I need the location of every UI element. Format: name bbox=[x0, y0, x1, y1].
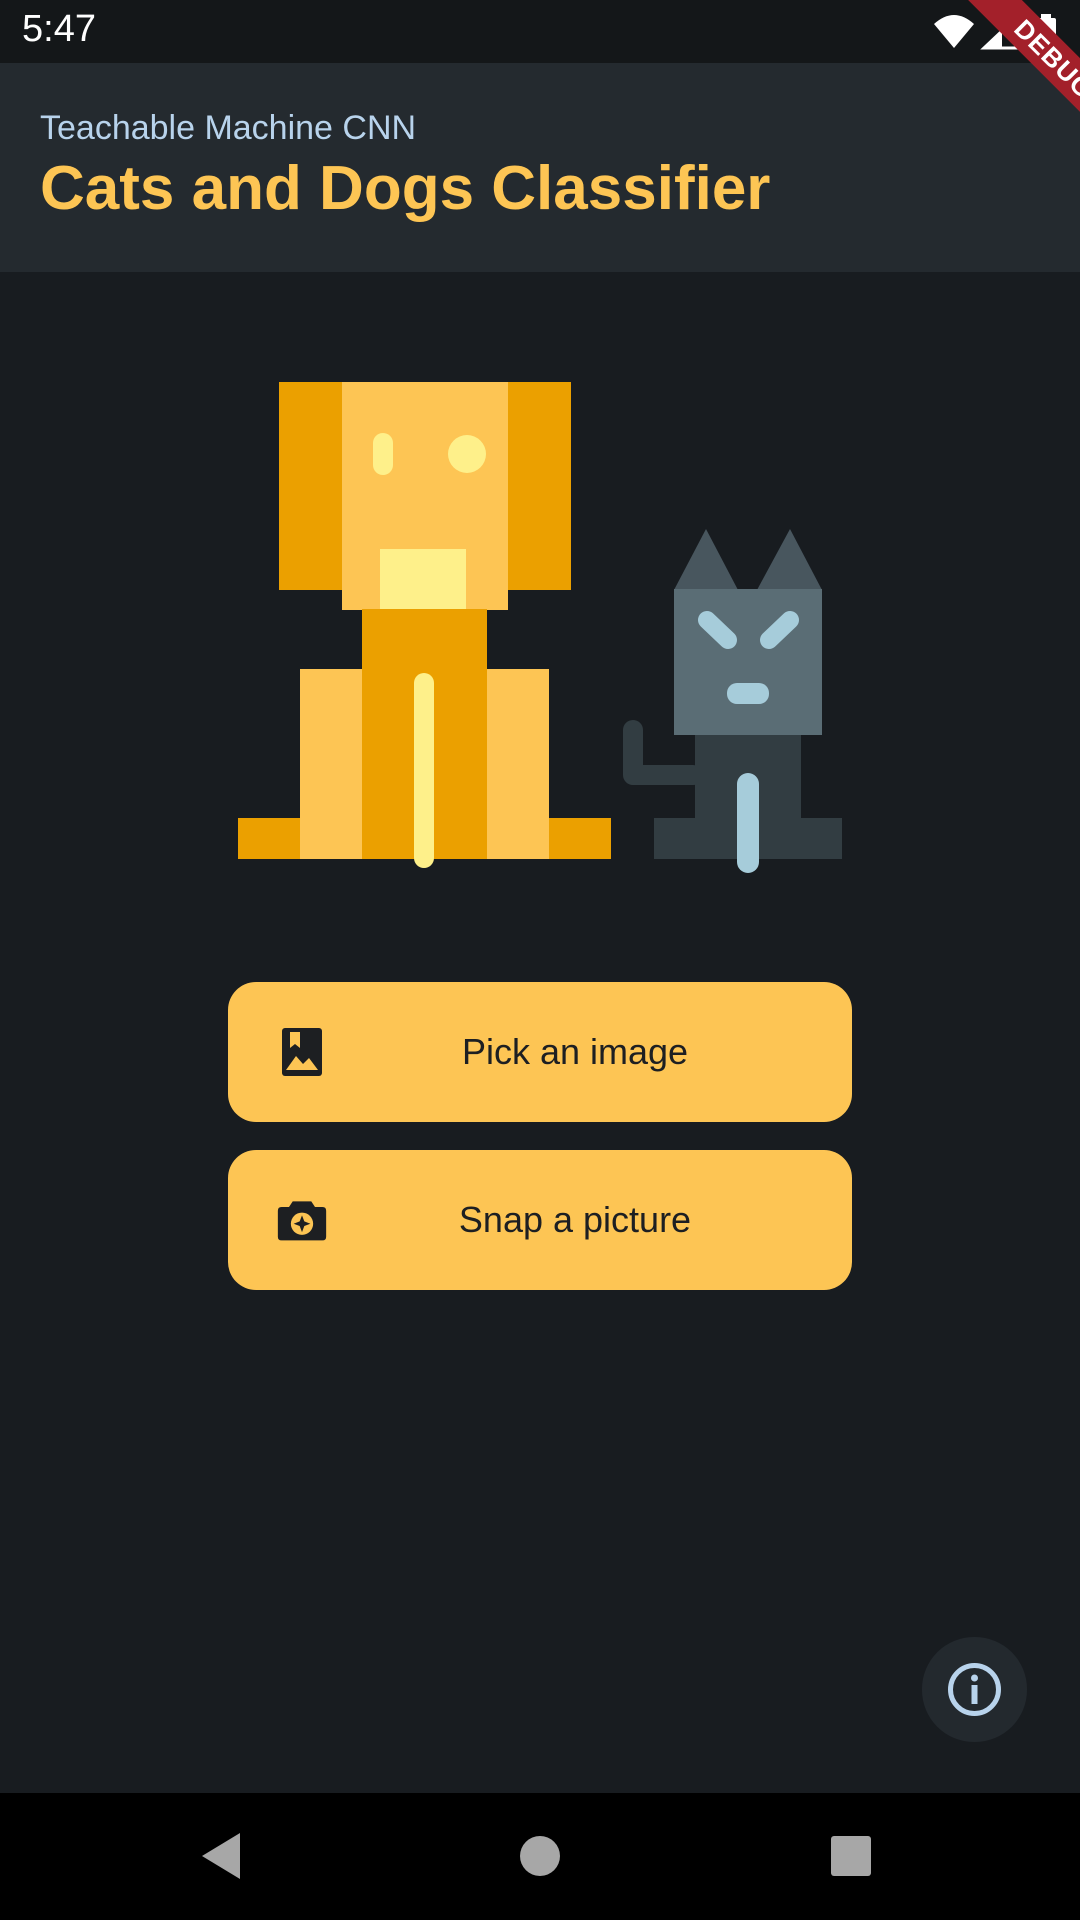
info-icon bbox=[948, 1663, 1001, 1716]
photo-library-icon bbox=[282, 1028, 322, 1076]
info-button[interactable] bbox=[922, 1637, 1027, 1742]
pick-image-button[interactable]: Pick an image bbox=[228, 982, 852, 1122]
pick-image-label: Pick an image bbox=[461, 1031, 689, 1072]
app-subtitle: Teachable Machine CNN bbox=[40, 109, 417, 147]
home-icon[interactable] bbox=[507, 1823, 573, 1889]
camera-icon bbox=[277, 1201, 327, 1241]
snap-picture-label: Snap a picture bbox=[458, 1199, 692, 1240]
status-time: 5:47 bbox=[22, 8, 96, 50]
battery-icon bbox=[1036, 14, 1056, 50]
app-bar: Teachable Machine CNN Cats and Dogs Clas… bbox=[0, 63, 1080, 272]
snap-picture-button[interactable]: Snap a picture bbox=[228, 1150, 852, 1290]
dog-and-cat-illustration bbox=[238, 382, 842, 873]
cat-illustration bbox=[623, 529, 842, 873]
status-bar: 5:47 bbox=[0, 0, 1080, 63]
dog-illustration bbox=[238, 382, 611, 868]
app-title: Cats and Dogs Classifier bbox=[40, 154, 771, 223]
navigation-bar bbox=[0, 1793, 1080, 1920]
app-screen: 5:47 DEBUG Teachable Machine CNN Cats an… bbox=[0, 0, 1080, 1920]
wifi-icon bbox=[934, 15, 974, 48]
signal-icon bbox=[980, 12, 1022, 50]
status-icons bbox=[934, 12, 1056, 50]
recents-icon[interactable] bbox=[818, 1823, 884, 1889]
back-icon[interactable] bbox=[192, 1823, 258, 1889]
